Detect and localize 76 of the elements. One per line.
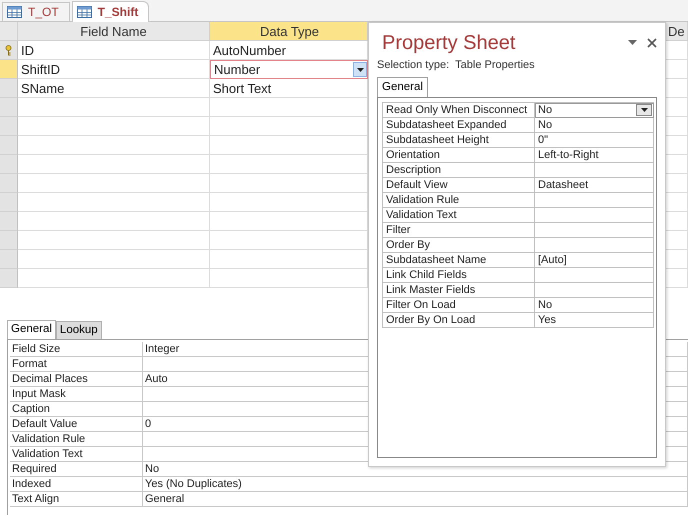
property-label: Validation Rule xyxy=(10,432,143,447)
property-value[interactable]: Datasheet xyxy=(535,178,654,193)
property-label: Validation Text xyxy=(10,447,143,462)
table-cell[interactable] xyxy=(18,269,210,288)
property-label: Order By On Load xyxy=(383,313,535,328)
panel-title: Property Sheet xyxy=(382,32,516,54)
table-cell[interactable] xyxy=(18,231,210,250)
property-label: Default Value xyxy=(10,417,143,432)
table-icon xyxy=(7,6,22,18)
table-cell[interactable] xyxy=(18,250,210,269)
property-label: Validation Text xyxy=(383,208,535,223)
key-icon xyxy=(5,44,12,56)
property-label: Subdatasheet Name xyxy=(383,253,535,268)
table-cell[interactable]: ID xyxy=(18,41,210,60)
dropdown-field[interactable]: Number xyxy=(210,60,368,79)
property-label: Decimal Places xyxy=(10,372,143,387)
property-label: Field Size xyxy=(10,342,143,357)
property-label: Format xyxy=(10,357,143,372)
property-label: Indexed xyxy=(10,477,143,492)
property-label: Description xyxy=(383,163,535,178)
property-value[interactable]: 0" xyxy=(535,133,654,148)
table-cell[interactable]: ShiftID xyxy=(18,60,210,79)
property-label: Orientation xyxy=(383,148,535,163)
caret-icon xyxy=(640,108,648,112)
close-icon[interactable] xyxy=(647,38,657,48)
property-value[interactable] xyxy=(535,163,654,178)
dropdown-button[interactable] xyxy=(636,104,652,116)
property-label: Validation Rule xyxy=(383,193,535,208)
property-value[interactable]: Left-to-Right xyxy=(535,148,654,163)
property-label: Filter On Load xyxy=(383,298,535,313)
table-cell[interactable] xyxy=(18,193,210,212)
document-tab[interactable]: T_Shift xyxy=(72,1,150,22)
column-header[interactable]: Data Type xyxy=(210,22,368,41)
table-cell[interactable] xyxy=(18,174,210,193)
property-value[interactable]: Yes xyxy=(535,313,654,328)
property-value[interactable] xyxy=(535,193,654,208)
property-value[interactable] xyxy=(535,223,654,238)
table-cell[interactable] xyxy=(18,98,210,117)
property-value[interactable]: No xyxy=(535,118,654,133)
table-cell[interactable] xyxy=(18,212,210,231)
selection-type-label: Selection type: xyxy=(377,59,450,73)
property-label: Read Only When Disconnect xyxy=(383,103,535,118)
property-label: Subdatasheet Expanded xyxy=(383,118,535,133)
tab[interactable]: General xyxy=(377,77,428,97)
property-value[interactable] xyxy=(535,238,654,253)
row-selector[interactable] xyxy=(0,41,18,60)
property-label: Order By xyxy=(383,238,535,253)
table-cell[interactable] xyxy=(18,136,210,155)
property-value[interactable]: [Auto] xyxy=(535,253,654,268)
property-label: Link Child Fields xyxy=(383,268,535,283)
property-value[interactable] xyxy=(535,208,654,223)
table-cell[interactable] xyxy=(18,117,210,136)
property-value[interactable]: No xyxy=(535,298,654,313)
property-value[interactable] xyxy=(535,283,654,298)
table-cell[interactable]: SName xyxy=(18,79,210,98)
property-value[interactable]: Yes (No Duplicates) xyxy=(143,477,688,492)
property-label: Default View xyxy=(383,178,535,193)
caret-icon xyxy=(356,68,364,72)
property-value[interactable]: No xyxy=(535,103,654,118)
property-label: Text Align xyxy=(10,492,143,507)
dropdown-button[interactable] xyxy=(353,62,367,77)
property-label: Filter xyxy=(383,223,535,238)
selection-type-value: Table Properties xyxy=(455,59,535,73)
property-label: Input Mask xyxy=(10,387,143,402)
property-label: Link Master Fields xyxy=(383,283,535,298)
tab[interactable]: Lookup xyxy=(56,321,102,339)
table-cell[interactable] xyxy=(18,155,210,174)
column-header[interactable]: Field Name xyxy=(18,22,210,41)
property-value[interactable] xyxy=(535,268,654,283)
document-tab[interactable]: T_OT xyxy=(2,2,70,21)
property-label: Subdatasheet Height xyxy=(383,133,535,148)
table-icon xyxy=(76,6,92,18)
property-label: Required xyxy=(10,462,143,477)
property-label: Caption xyxy=(10,402,143,417)
tab[interactable]: General xyxy=(7,320,56,339)
property-value[interactable]: General xyxy=(143,492,688,507)
